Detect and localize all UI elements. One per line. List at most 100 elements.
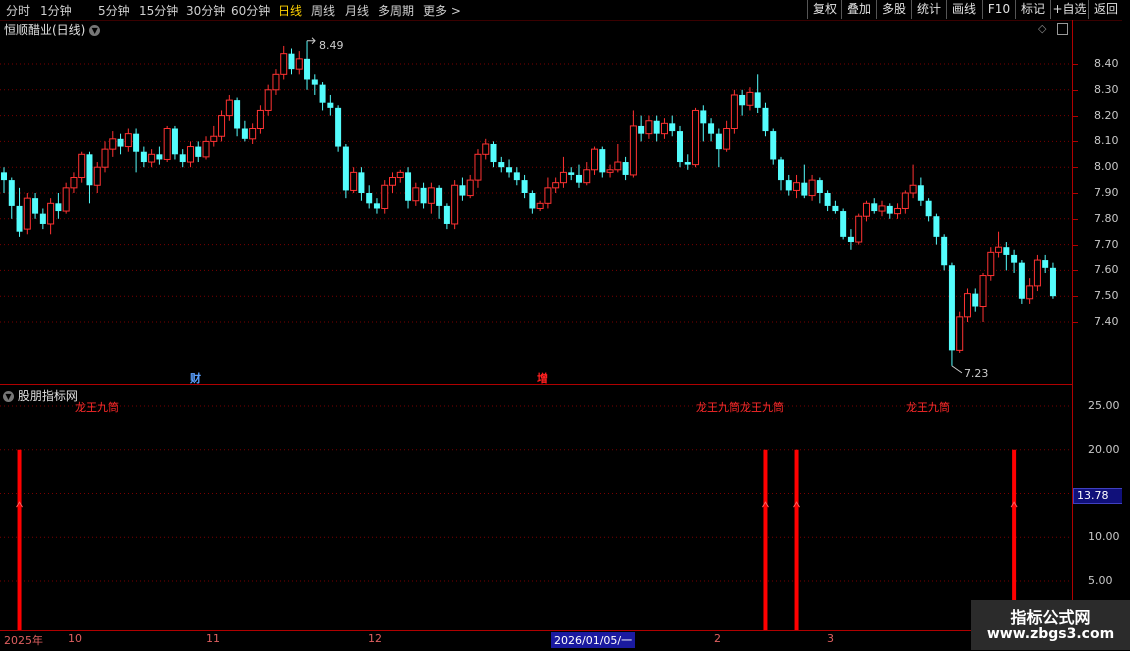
mark-button[interactable]: 标记: [1015, 0, 1050, 19]
candle[interactable]: [210, 125, 218, 147]
candle[interactable]: [186, 141, 194, 168]
candle[interactable]: [1018, 260, 1025, 304]
candle[interactable]: [1033, 254, 1041, 292]
fuquan-button[interactable]: 复权: [807, 0, 842, 19]
candle[interactable]: [101, 141, 109, 173]
candle[interactable]: [778, 156, 784, 191]
candle[interactable]: [443, 203, 450, 230]
candle[interactable]: [669, 115, 676, 137]
period-tab-60min[interactable]: 60分钟: [231, 2, 270, 19]
candle[interactable]: [521, 174, 528, 199]
period-tab-1min[interactable]: 1分钟: [40, 2, 72, 19]
period-tab-daily[interactable]: 日线: [278, 2, 302, 19]
candle[interactable]: [629, 110, 637, 178]
candle[interactable]: [234, 97, 241, 137]
candle[interactable]: [133, 128, 140, 173]
candle[interactable]: [987, 247, 995, 281]
candle[interactable]: [785, 174, 792, 196]
candle[interactable]: [739, 89, 746, 116]
candle[interactable]: [295, 51, 303, 75]
candle[interactable]: [568, 167, 575, 181]
candle[interactable]: [614, 143, 622, 173]
candle[interactable]: [622, 156, 629, 181]
candle[interactable]: [963, 288, 971, 322]
period-tab-monthly[interactable]: 月线: [345, 2, 369, 19]
candle[interactable]: [591, 146, 599, 175]
candle[interactable]: [140, 146, 147, 168]
candle[interactable]: [225, 94, 233, 121]
candle[interactable]: [427, 182, 435, 214]
candle[interactable]: [1003, 242, 1010, 271]
candle[interactable]: [1026, 278, 1034, 304]
candle[interactable]: [599, 146, 606, 178]
candle[interactable]: [1042, 254, 1049, 273]
candle[interactable]: [451, 180, 459, 230]
statistics-button[interactable]: 统计: [911, 0, 946, 19]
candle[interactable]: [264, 84, 272, 116]
candle[interactable]: [124, 128, 132, 152]
candle[interactable]: [606, 164, 614, 178]
candle[interactable]: [482, 138, 490, 160]
candle[interactable]: [730, 89, 738, 134]
candle[interactable]: [47, 198, 55, 235]
candle[interactable]: [840, 208, 847, 240]
candle[interactable]: [692, 107, 700, 168]
indicator-chart[interactable]: [0, 385, 1072, 630]
candle[interactable]: [972, 288, 979, 312]
candle[interactable]: [886, 203, 893, 219]
candle[interactable]: [676, 125, 683, 168]
candle[interactable]: [941, 234, 948, 271]
period-tab-multi[interactable]: 多周期: [378, 2, 414, 19]
period-tab-5min[interactable]: 5分钟: [98, 2, 130, 19]
candle[interactable]: [700, 105, 707, 142]
candle[interactable]: [933, 213, 940, 245]
candle[interactable]: [109, 131, 117, 157]
candle[interactable]: [575, 164, 582, 188]
candle[interactable]: [638, 115, 645, 142]
candle[interactable]: [909, 164, 917, 199]
candle[interactable]: [684, 154, 691, 170]
candle[interactable]: [218, 110, 226, 142]
candle[interactable]: [86, 151, 93, 204]
candle[interactable]: [93, 162, 101, 193]
candle[interactable]: [436, 185, 443, 219]
candle[interactable]: [901, 190, 909, 214]
candle[interactable]: [536, 200, 544, 212]
candle[interactable]: [459, 177, 466, 201]
add-watchlist-button[interactable]: +自选: [1050, 0, 1088, 19]
candle[interactable]: [78, 151, 86, 183]
candle[interactable]: [8, 177, 15, 219]
candle[interactable]: [39, 208, 46, 230]
candle[interactable]: [513, 167, 520, 186]
signal-bar[interactable]: [793, 449, 800, 630]
candle[interactable]: [894, 203, 902, 219]
overlay-button[interactable]: 叠加: [841, 0, 876, 19]
candle[interactable]: [754, 74, 761, 114]
candle[interactable]: [117, 133, 124, 155]
candle[interactable]: [412, 182, 420, 206]
candle[interactable]: [381, 180, 389, 214]
period-tab-more[interactable]: 更多 >: [423, 2, 461, 19]
candle[interactable]: [770, 128, 777, 165]
candle[interactable]: [405, 167, 412, 209]
candle[interactable]: [708, 118, 715, 142]
candle[interactable]: [723, 120, 731, 152]
candle[interactable]: [715, 128, 722, 168]
candle[interactable]: [241, 120, 248, 142]
candle[interactable]: [506, 159, 513, 178]
candle[interactable]: [366, 185, 373, 209]
candle[interactable]: [1011, 249, 1018, 273]
candle[interactable]: [801, 164, 808, 199]
candle[interactable]: [358, 167, 365, 201]
candle[interactable]: [335, 105, 342, 152]
candle[interactable]: [653, 115, 660, 142]
candle[interactable]: [979, 272, 987, 322]
candle[interactable]: [871, 198, 878, 214]
candle[interactable]: [62, 182, 70, 214]
candle[interactable]: [544, 177, 552, 209]
candle[interactable]: [179, 149, 186, 168]
f10-button[interactable]: F10: [982, 0, 1015, 19]
candle[interactable]: [746, 87, 754, 111]
candle[interactable]: [389, 172, 396, 193]
period-tab-15min[interactable]: 15分钟: [139, 2, 178, 19]
